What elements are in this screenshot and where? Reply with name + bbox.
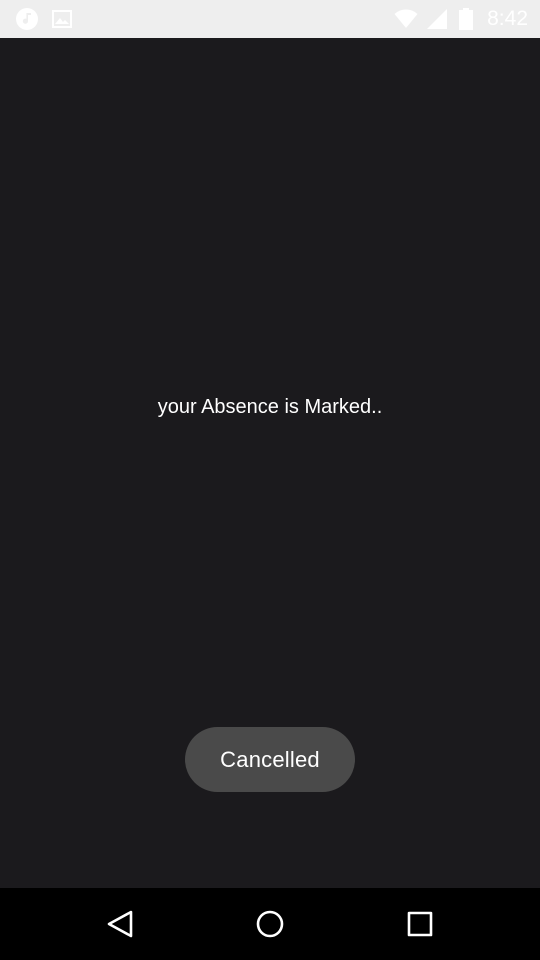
screen: 8:42 your Absence is Marked.. Cancelled bbox=[0, 0, 540, 960]
navigation-bar bbox=[0, 888, 540, 960]
status-bar: 8:42 bbox=[0, 0, 540, 38]
battery-icon bbox=[458, 0, 474, 38]
music-note-icon bbox=[15, 0, 39, 38]
wifi-icon bbox=[393, 0, 419, 38]
toast-cancelled: Cancelled bbox=[185, 727, 355, 792]
back-icon[interactable] bbox=[80, 888, 160, 960]
home-icon[interactable] bbox=[230, 888, 310, 960]
recent-apps-icon[interactable] bbox=[380, 888, 460, 960]
status-time: 8:42 bbox=[487, 7, 528, 30]
cell-signal-icon bbox=[424, 0, 450, 38]
absence-message: your Absence is Marked.. bbox=[157, 396, 383, 418]
image-icon bbox=[51, 0, 73, 38]
